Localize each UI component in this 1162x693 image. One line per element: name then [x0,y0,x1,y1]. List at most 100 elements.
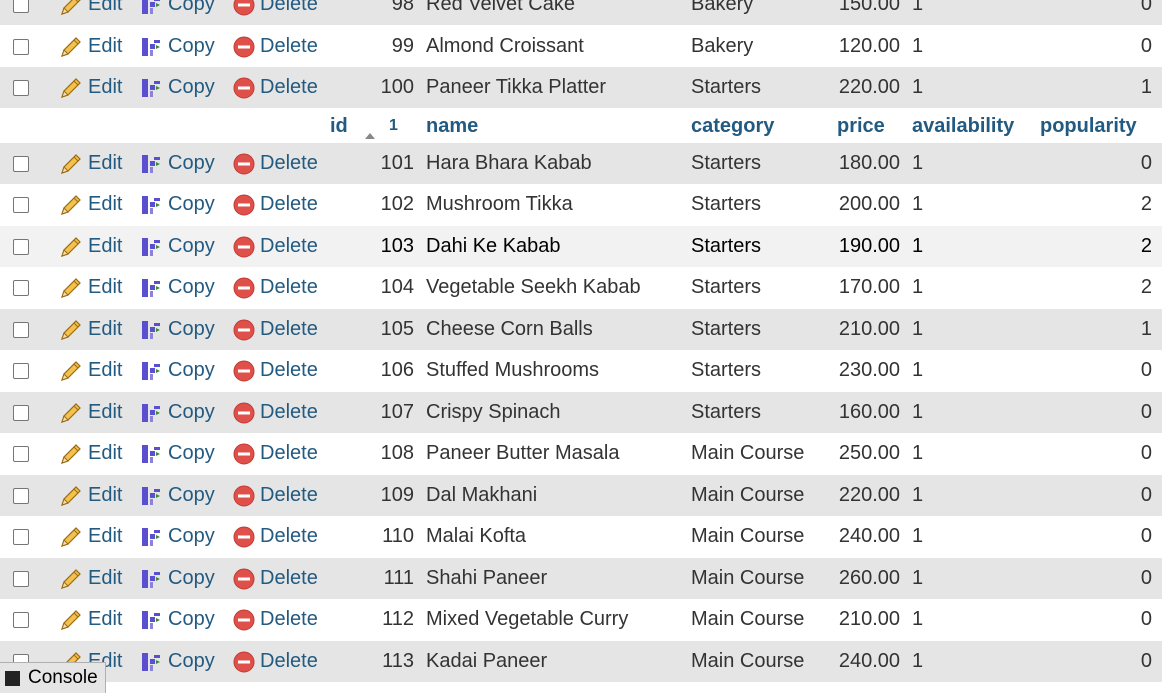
copy-link[interactable]: Copy [139,318,215,342]
table-row[interactable]: Edit Copy Delete 113 Kadai Paneer Main Course… [0,641,1162,682]
edit-link[interactable]: Edit [59,442,122,466]
delete-link[interactable]: Delete [233,193,318,216]
delete-link[interactable]: Delete [233,359,318,382]
delete-link[interactable]: Delete [233,525,318,548]
table-row[interactable]: Edit Copy Delete 108 Paneer Butter Masala Mai… [0,433,1162,474]
copy-icon [139,608,168,632]
cell-popularity: 0 [1140,401,1152,423]
row-checkbox[interactable] [13,79,29,96]
copy-icon [139,484,168,508]
edit-link[interactable]: Edit [59,276,122,300]
delete-link[interactable]: Delete [233,35,318,58]
edit-label: Edit [88,276,123,298]
cell-category: Starters [691,235,762,257]
copy-link[interactable]: Copy [139,152,215,176]
row-checkbox[interactable] [13,404,29,421]
table-row[interactable]: Edit Copy Delete 106 Stuffed Mushrooms Starte… [0,350,1162,391]
copy-link[interactable]: Copy [139,35,215,59]
copy-link[interactable]: Copy [139,442,215,466]
copy-icon [139,318,168,342]
copy-link[interactable]: Copy [139,525,215,549]
edit-link[interactable]: Edit [59,76,122,100]
row-checkbox[interactable] [13,445,29,462]
table-row[interactable]: Edit Copy Delete 107 Crispy Spinach Starters 1… [0,392,1162,433]
table-row[interactable]: Edit Copy Delete 103 Dahi Ke Kabab Starters 19… [0,226,1162,267]
row-checkbox[interactable] [13,38,29,55]
header-id[interactable]: id [330,115,348,138]
header-price[interactable]: price [837,115,885,138]
row-checkbox[interactable] [13,0,29,13]
table-row[interactable]: Edit Copy Delete 109 Dal Makhani Main Course 2… [0,475,1162,516]
console-button[interactable]: Console [0,662,106,693]
delete-link[interactable]: Delete [233,567,318,590]
delete-link[interactable]: Delete [233,76,318,99]
copy-link[interactable]: Copy [139,276,215,300]
row-checkbox[interactable] [13,528,29,545]
cell-name: Hara Bhara Kabab [426,152,592,174]
header-availability[interactable]: availability [912,115,1014,138]
table-row[interactable]: Edit Copy Delete 111 Shahi Paneer Main Course… [0,558,1162,599]
copy-link[interactable]: Copy [139,0,215,17]
copy-link[interactable]: Copy [139,567,215,591]
table-row[interactable]: Edit Copy Delete 105 Cheese Corn Balls Starte… [0,309,1162,350]
copy-link[interactable]: Copy [139,76,215,100]
table-row[interactable]: Edit Copy Delete 100 Paneer Tikka Platter Sta… [0,67,1162,108]
row-checkbox[interactable] [13,362,29,379]
delete-link[interactable]: Delete [233,0,318,16]
table-row[interactable]: Edit Copy Delete 112 Mixed Vegetable Curry Ma… [0,599,1162,640]
edit-link[interactable]: Edit [59,484,122,508]
copy-link[interactable]: Copy [139,235,215,259]
header-popularity[interactable]: popularity [1040,115,1137,138]
table-row[interactable]: Edit Copy Delete 110 Malai Kofta Main Course 2… [0,516,1162,557]
copy-link[interactable]: Copy [139,401,215,425]
delete-link[interactable]: Delete [233,484,318,507]
edit-link[interactable]: Edit [59,0,122,17]
delete-link[interactable]: Delete [233,608,318,631]
row-checkbox[interactable] [13,196,29,213]
edit-link[interactable]: Edit [59,318,122,342]
copy-link[interactable]: Copy [139,484,215,508]
table-row[interactable]: Edit Copy Delete 99 Almond Croissant Bakery 12… [0,26,1162,67]
cell-popularity: 1 [1140,318,1152,340]
copy-link[interactable]: Copy [139,650,215,674]
copy-link[interactable]: Copy [139,193,215,217]
pencil-icon [59,359,88,383]
delete-link[interactable]: Delete [233,442,318,465]
copy-link[interactable]: Copy [139,359,215,383]
edit-link[interactable]: Edit [59,401,122,425]
delete-link[interactable]: Delete [233,235,318,258]
edit-link[interactable]: Edit [59,567,122,591]
edit-link[interactable]: Edit [59,608,122,632]
edit-link[interactable]: Edit [59,525,122,549]
pencil-icon [59,525,88,549]
edit-link[interactable]: Edit [59,359,122,383]
copy-label: Copy [168,193,215,215]
header-name[interactable]: name [426,115,478,138]
row-checkbox[interactable] [13,279,29,296]
delete-link[interactable]: Delete [233,152,318,175]
header-category[interactable]: category [691,115,774,138]
table-row[interactable]: Edit Copy Delete 101 Hara Bhara Kabab Starter… [0,143,1162,184]
edit-link[interactable]: Edit [59,35,122,59]
row-checkbox[interactable] [13,238,29,255]
table-row[interactable]: Edit Copy Delete 102 Mushroom Tikka Starters 2… [0,184,1162,225]
edit-link[interactable]: Edit [59,193,122,217]
row-checkbox[interactable] [13,321,29,338]
row-checkbox[interactable] [13,487,29,504]
delete-link[interactable]: Delete [233,401,318,424]
cell-price: 220.00 [838,76,900,98]
copy-link[interactable]: Copy [139,608,215,632]
row-checkbox[interactable] [13,155,29,172]
table-row[interactable]: Edit Copy Delete 98 Red Velvet Cake Bakery 150… [0,0,1162,25]
edit-link[interactable]: Edit [59,152,122,176]
delete-link[interactable]: Delete [233,276,318,299]
delete-link[interactable]: Delete [233,318,318,341]
table-row[interactable]: Edit Copy Delete 104 Vegetable Seekh Kabab St… [0,267,1162,308]
cell-name: Dahi Ke Kabab [426,235,561,257]
edit-link[interactable]: Edit [59,235,122,259]
cell-category: Starters [691,152,762,174]
delete-label: Delete [260,608,318,630]
row-checkbox[interactable] [13,611,29,628]
row-checkbox[interactable] [13,570,29,587]
delete-link[interactable]: Delete [233,650,318,673]
